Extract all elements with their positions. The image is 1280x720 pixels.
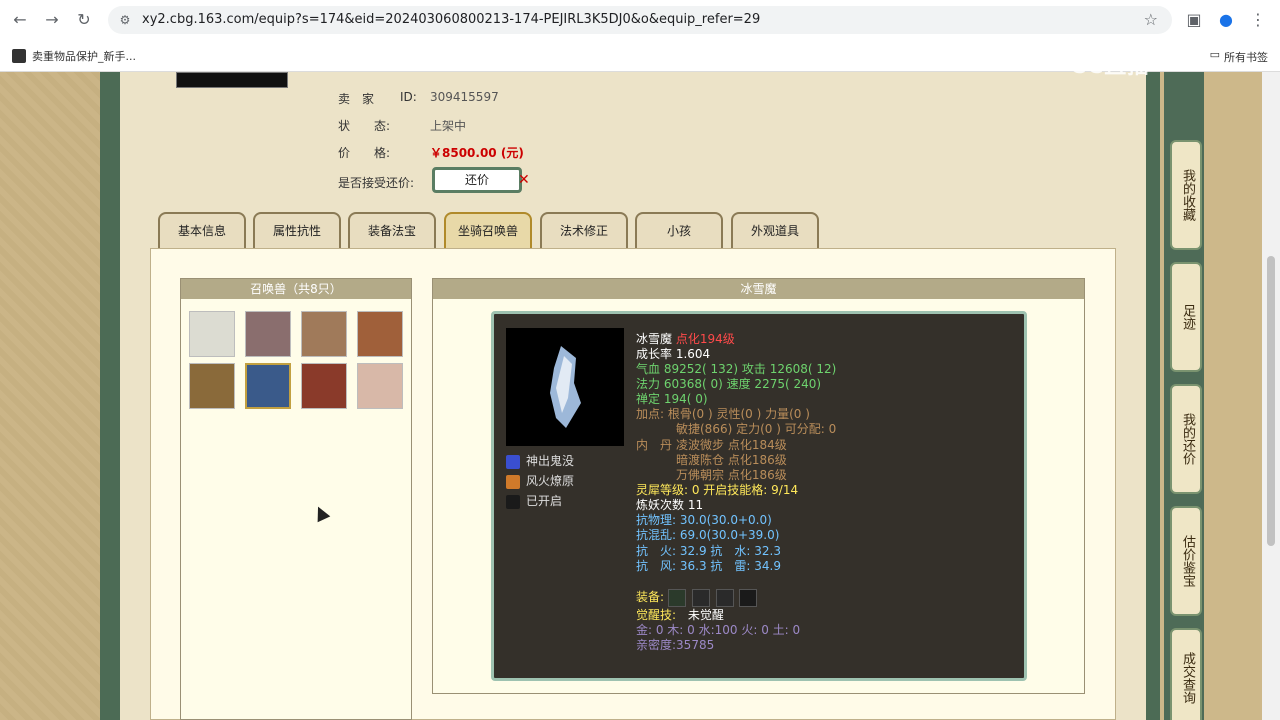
bargain-button[interactable]: 还价 bbox=[432, 167, 522, 193]
pet-thumbnail-selected[interactable] bbox=[245, 363, 291, 409]
tab-basic-info[interactable]: 基本信息 bbox=[158, 212, 246, 248]
qinmi-line: 亲密度:35785 bbox=[636, 638, 715, 652]
pet-level: 点化194级 bbox=[675, 332, 735, 346]
pet-skill[interactable]: 风火燎原 bbox=[506, 472, 574, 489]
bookmark-item[interactable]: 卖重物品保护_新手... bbox=[32, 48, 136, 64]
url-text[interactable]: xy2.cbg.163.com/equip?s=174&eid=20240306… bbox=[142, 12, 760, 27]
equip-slot-icon[interactable] bbox=[691, 588, 710, 607]
menu-icon[interactable]: ⋮ bbox=[1246, 8, 1270, 32]
status-value: 上架中 bbox=[430, 119, 467, 133]
folder-icon[interactable]: ▭ bbox=[1210, 48, 1220, 61]
tab-attributes[interactable]: 属性抗性 bbox=[253, 212, 341, 248]
status-label: 状 态: bbox=[338, 119, 391, 133]
skill-label: 神出鬼没 bbox=[526, 454, 575, 468]
side-nav-my-bargains[interactable]: 我的还价 bbox=[1170, 384, 1202, 494]
browser-toolbar: ← → ↻ ⚙ xy2.cbg.163.com/equip?s=174&eid=… bbox=[0, 0, 1280, 40]
reload-icon[interactable]: ↻ bbox=[72, 8, 96, 32]
page-content: 卖 家 ID: 309415597 状 态: 上架中 价 格: ￥8500.00… bbox=[0, 72, 1280, 720]
locked-slot-icon bbox=[506, 494, 520, 509]
pet-thumbnail[interactable] bbox=[245, 311, 291, 357]
fire-skill-icon bbox=[506, 474, 520, 489]
seller-label: 卖 家 bbox=[338, 92, 375, 106]
pet-thumbnail[interactable] bbox=[189, 363, 235, 409]
left-decoration bbox=[0, 72, 100, 720]
close-icon: ✕ bbox=[518, 172, 530, 188]
bargain-label: 是否接受还价: bbox=[338, 176, 415, 190]
address-bar[interactable]: ⚙ xy2.cbg.163.com/equip?s=174&eid=202403… bbox=[108, 6, 1172, 34]
side-nav-footprints[interactable]: 足迹 bbox=[1170, 262, 1202, 372]
pet-stats-box: 神出鬼没 风火燎原 已开启 冰雪魔 点化194级 成长率 1.604 气血 89… bbox=[491, 311, 1027, 681]
pet-skill[interactable]: 神出鬼没 bbox=[506, 452, 574, 469]
tab-child[interactable]: 小孩 bbox=[635, 212, 723, 248]
sidebar-toggle-icon[interactable]: ▣ bbox=[1182, 8, 1206, 32]
tab-pets[interactable]: 坐骑召唤兽 bbox=[444, 212, 532, 248]
dan-label: 内 丹 bbox=[636, 438, 673, 452]
juexing-label: 觉醒技: bbox=[636, 608, 677, 622]
bookmark-favicon-icon bbox=[12, 49, 26, 63]
site-info-icon[interactable]: ⚙ bbox=[116, 11, 134, 29]
kang-feng-lei-line: 抗 风: 36.3 抗 雷: 34.9 bbox=[636, 559, 781, 573]
equip-slot-icon[interactable] bbox=[667, 588, 686, 607]
back-icon[interactable]: ← bbox=[8, 8, 32, 32]
tab-appearance[interactable]: 外观道具 bbox=[731, 212, 819, 248]
kang-hunluan-line: 抗混乱: 69.0(30.0+39.0) bbox=[636, 528, 780, 542]
pet-thumbnail[interactable] bbox=[357, 363, 403, 409]
tab-equipment[interactable]: 装备法宝 bbox=[348, 212, 436, 248]
skill-label: 已开启 bbox=[526, 494, 563, 508]
addpoints-line-2: 敏捷(866) 定力(0 ) 可分配: 0 bbox=[676, 422, 837, 436]
forward-icon[interactable]: → bbox=[40, 8, 64, 32]
all-bookmarks-link[interactable]: 所有书签 bbox=[1224, 49, 1268, 65]
pet-thumbnail[interactable] bbox=[357, 311, 403, 357]
pets-panel: 召唤兽（共8只） bbox=[180, 278, 412, 720]
pet-detail-panel: 冰雪魔 神出鬼没 风火燎原 已开启 冰雪魔 点化194级 成长率 1.604 气… bbox=[432, 278, 1085, 694]
equip-slot-icon[interactable] bbox=[739, 588, 758, 607]
pet-portrait bbox=[506, 328, 624, 446]
ghost-skill-icon bbox=[506, 454, 520, 469]
seller-id-label: ID: bbox=[400, 90, 417, 104]
scrollbar-thumb[interactable] bbox=[1267, 256, 1275, 546]
pet-thumbnail[interactable] bbox=[189, 311, 235, 357]
pet-detail-title: 冰雪魔 bbox=[433, 279, 1084, 299]
pet-name: 冰雪魔 bbox=[636, 332, 673, 346]
profile-icon[interactable]: ● bbox=[1214, 8, 1238, 32]
seller-id: 309415597 bbox=[430, 90, 499, 104]
pets-panel-title: 召唤兽（共8只） bbox=[181, 279, 411, 299]
watermark-logo: CC直播 bbox=[1070, 54, 1151, 79]
side-nav-appraisal[interactable]: 估价鉴宝 bbox=[1170, 506, 1202, 616]
equip-slot-icon[interactable] bbox=[715, 588, 734, 607]
equipment-line: 装备: bbox=[636, 588, 759, 607]
price-label: 价 格: bbox=[338, 146, 391, 160]
pet-skill[interactable]: 已开启 bbox=[506, 492, 562, 509]
juexing-value: 未觉醒 bbox=[687, 608, 724, 622]
side-nav-favorites[interactable]: 我的收藏 bbox=[1170, 140, 1202, 250]
equip-label: 装备: bbox=[636, 590, 665, 604]
tab-spell-correction[interactable]: 法术修正 bbox=[540, 212, 628, 248]
bookmark-star-icon[interactable]: ☆ bbox=[1144, 10, 1158, 29]
pet-thumbnail[interactable] bbox=[301, 363, 347, 409]
side-nav-deal-query[interactable]: 成交查询 bbox=[1170, 628, 1202, 720]
role-avatar bbox=[176, 72, 288, 88]
page-scrollbar[interactable] bbox=[1262, 72, 1280, 720]
skill-label: 风火燎原 bbox=[526, 474, 575, 488]
pet-thumbnail[interactable] bbox=[301, 311, 347, 357]
price-value: ￥8500.00 (元) bbox=[430, 146, 524, 160]
